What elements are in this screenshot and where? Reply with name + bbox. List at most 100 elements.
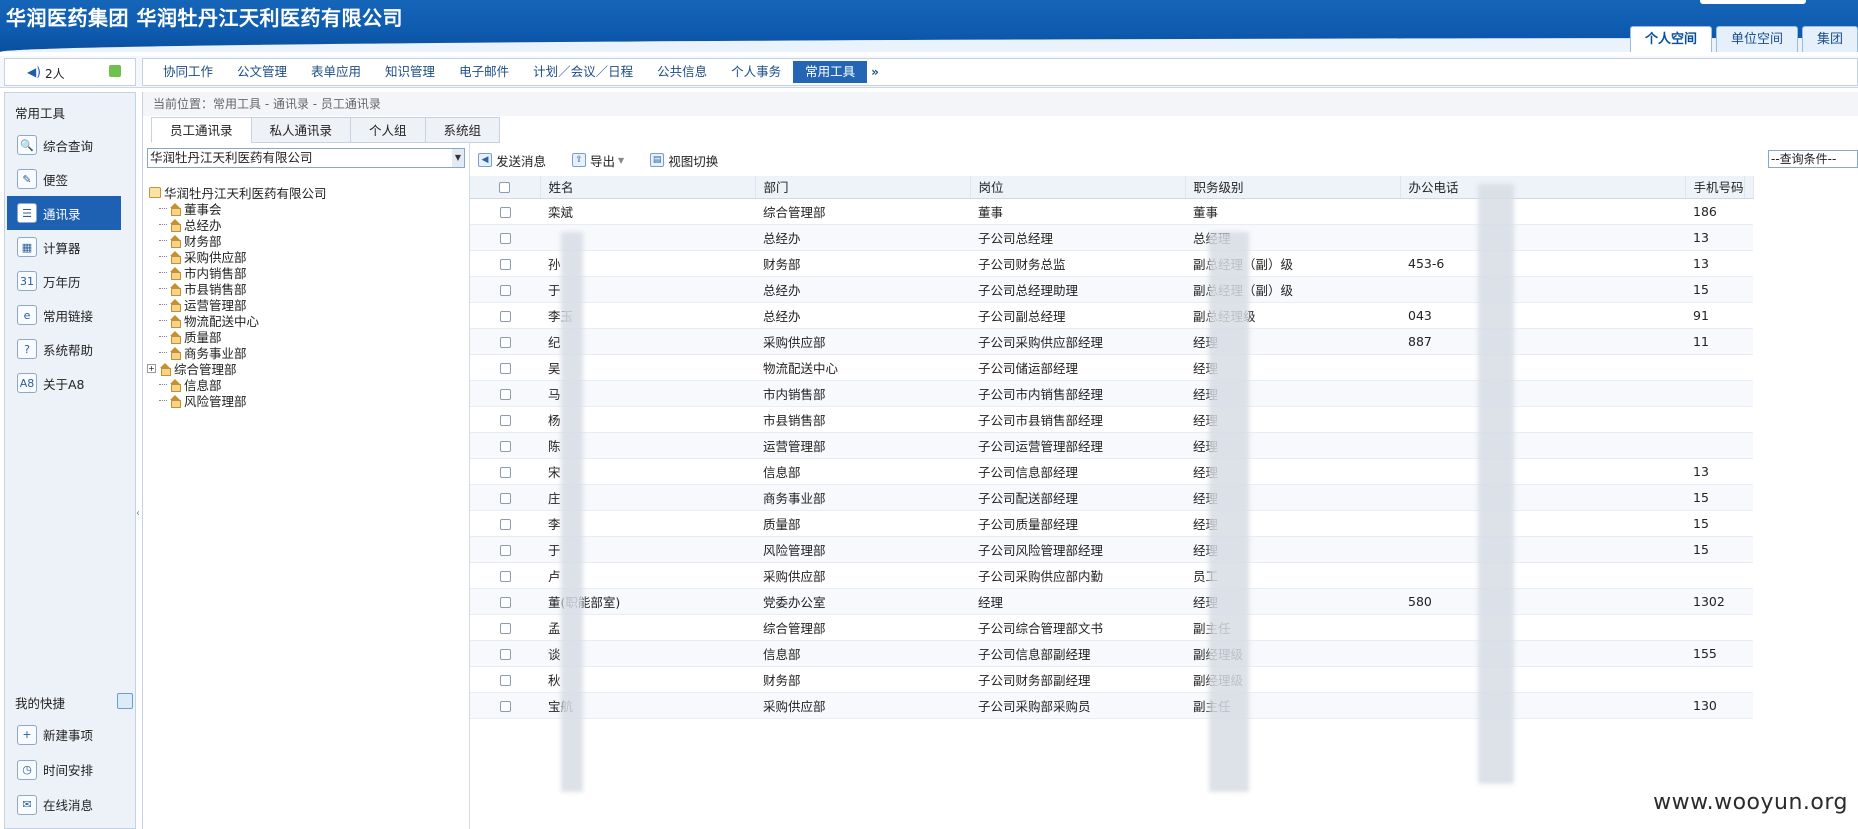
table-row[interactable]: 马市内销售部 子公司市内销售部经理 经理: [470, 380, 1754, 407]
tree-node[interactable]: 风险管理部: [149, 392, 469, 409]
query-condition-select[interactable]: --查询条件--: [1768, 150, 1858, 168]
org-select[interactable]: 华润牡丹江天利医药有限公司 ▼: [147, 148, 465, 168]
table-row[interactable]: 于风险管理部 子公司风险管理部经理 经理 15: [470, 536, 1754, 563]
table-row[interactable]: 陈运营管理部 子公司运营管理部经理 经理: [470, 432, 1754, 459]
menu-more-icon[interactable]: »: [867, 65, 879, 79]
row-checkbox[interactable]: [499, 492, 511, 504]
row-checkbox[interactable]: [499, 570, 511, 582]
sidebar-item-new-item[interactable]: + 新建事项: [5, 717, 135, 752]
row-checkbox[interactable]: [499, 700, 511, 712]
table-row[interactable]: 于总经办子公司总经理助理副总经理（副）级15: [470, 276, 1754, 303]
sidebar-item-address-book[interactable]: ☰ 通讯录: [7, 196, 121, 230]
tab-personal-space[interactable]: 个人空间: [1629, 26, 1712, 52]
sidebar-item-calendar[interactable]: 31 万年历: [5, 264, 135, 298]
row-checkbox[interactable]: [499, 596, 511, 608]
tree-connector: [159, 303, 167, 305]
sidebar-item-note[interactable]: ✎ 便签: [5, 162, 135, 196]
row-checkbox[interactable]: [499, 388, 511, 400]
row-checkbox[interactable]: [499, 518, 511, 530]
menu-item-3[interactable]: 知识管理: [373, 61, 447, 83]
row-checkbox[interactable]: [499, 206, 511, 218]
row-checkbox[interactable]: [499, 310, 511, 322]
column-header[interactable]: 办公电话: [1400, 176, 1686, 199]
quick-settings-icon[interactable]: [117, 693, 133, 709]
row-checkbox[interactable]: [499, 622, 511, 634]
table-row[interactable]: 董(职能部室) 党委办公室 经理 经理 580 1302: [470, 588, 1754, 615]
row-checkbox[interactable]: [499, 544, 511, 556]
row-checkbox[interactable]: [499, 466, 511, 478]
row-checkbox[interactable]: [499, 440, 511, 452]
tab-group-space[interactable]: 集团: [1801, 26, 1858, 52]
sidebar-item-about[interactable]: A8 关于A8: [5, 366, 135, 400]
column-header[interactable]: 姓名: [540, 176, 756, 199]
menu-item-8[interactable]: 常用工具: [793, 61, 868, 83]
menu-item-4[interactable]: 电子邮件: [447, 61, 521, 83]
table-row[interactable]: 孟综合管理部子公司综合管理部文书副主任: [470, 614, 1754, 641]
menu-item-0[interactable]: 协同工作: [151, 61, 225, 83]
table-cell-filler: [1744, 640, 1754, 667]
sidebar-item-search-doc[interactable]: 🔍 综合查询: [5, 128, 135, 162]
sidebar-item-online-message[interactable]: ✉ 在线消息: [5, 787, 135, 822]
sidebar-item-calculator[interactable]: ▦ 计算器: [5, 230, 135, 264]
expand-icon[interactable]: +: [147, 363, 156, 373]
table-row[interactable]: 庄商务事业部 子公司配送部经理 经理 15: [470, 484, 1754, 511]
table-row[interactable]: 纪采购供应部 子公司采购供应部经理 经理 887 11: [470, 328, 1754, 355]
sidebar-item-help[interactable]: ? 系统帮助: [5, 332, 135, 366]
menu-item-5[interactable]: 计划／会议／日程: [521, 61, 645, 83]
row-checkbox[interactable]: [499, 232, 511, 244]
column-header[interactable]: 部门: [755, 176, 971, 199]
table-row[interactable]: 杨市县销售部 子公司市县销售部经理 经理: [470, 406, 1754, 433]
select-all-checkbox[interactable]: [499, 182, 511, 194]
menu-item-7[interactable]: 个人事务: [719, 61, 793, 83]
table-cell: 子公司采购供应部内勤: [970, 562, 1185, 589]
table-cell: 子公司财务部副经理: [970, 666, 1185, 693]
sidebar-item-schedule[interactable]: ◷ 时间安排: [5, 752, 135, 787]
table-row[interactable]: 李玉总经办子公司副总经理副总经理级04391: [470, 302, 1754, 329]
row-checkbox[interactable]: [499, 362, 511, 374]
app-title: 华润医药集团 华润牡丹江天利医药有限公司: [6, 6, 403, 30]
table-row[interactable]: 吴物流配送中心 子公司储运部经理 经理: [470, 354, 1754, 381]
column-header[interactable]: 手机号码: [1685, 176, 1745, 199]
table-row[interactable]: 谈信息部子公司信息部副经理副经理级155: [470, 640, 1754, 667]
table-row[interactable]: 宝航采购供应部子公司采购部采购员副主任130: [470, 692, 1754, 719]
menu-item-1[interactable]: 公文管理: [225, 61, 299, 83]
row-select-cell: [470, 536, 540, 563]
message-status-icon[interactable]: [109, 65, 121, 77]
tab-addressbook-3[interactable]: 系统组: [424, 117, 501, 143]
table-cell-filler: [1744, 510, 1754, 537]
department-icon: [169, 314, 181, 328]
main-navbar: ◀) 2人 协同工作 公文管理 表单应用 知识管理 电子邮件 计划／会议／日程 公共信息 个人…: [0, 56, 1858, 88]
table-cell: 董事: [1185, 198, 1400, 225]
table-cell: 经理: [970, 588, 1185, 615]
view-toggle-button[interactable]: ▤ 视图切换: [650, 151, 718, 170]
table-row[interactable]: 秋财务部子公司财务部副经理副经理级: [470, 666, 1754, 693]
tab-unit-space[interactable]: 单位空间: [1715, 26, 1798, 52]
export-button[interactable]: ⇪ 导出 ▼: [572, 151, 624, 170]
column-header[interactable]: 岗位: [970, 176, 1186, 199]
table-row[interactable]: 卢采购供应部 子公司采购供应部内勤 员工: [470, 562, 1754, 589]
table-row[interactable]: 宋信息部 子公司信息部经理 经理 13: [470, 458, 1754, 485]
row-checkbox[interactable]: [499, 284, 511, 296]
tab-addressbook-0[interactable]: 员工通讯录: [151, 117, 252, 143]
table-row[interactable]: 栾斌 综合管理部 董事 董事 186: [470, 198, 1754, 225]
table-cell: 总经办: [755, 302, 970, 329]
menu-item-6[interactable]: 公共信息: [645, 61, 719, 83]
tab-addressbook-2[interactable]: 个人组: [350, 117, 426, 143]
column-header[interactable]: 职务级别: [1185, 176, 1401, 199]
sidebar-item-link[interactable]: e 常用链接: [5, 298, 135, 332]
row-checkbox[interactable]: [499, 414, 511, 426]
row-checkbox[interactable]: [499, 336, 511, 348]
online-users-box[interactable]: ◀) 2人: [4, 58, 136, 86]
row-checkbox[interactable]: [499, 258, 511, 270]
row-checkbox[interactable]: [499, 648, 511, 660]
menu-item-2[interactable]: 表单应用: [299, 61, 373, 83]
header-search-input[interactable]: [1700, 0, 1806, 4]
row-checkbox[interactable]: [499, 674, 511, 686]
online-count: 2人: [45, 67, 65, 81]
send-message-button[interactable]: ◀ 发送消息: [478, 151, 546, 170]
tab-addressbook-1[interactable]: 私人通讯录: [250, 117, 352, 143]
table-row[interactable]: 孙财务部子公司财务总监副总经理（副）级453-613: [470, 250, 1754, 277]
table-row[interactable]: 李质量部 子公司质量部经理 经理 15: [470, 510, 1754, 537]
chevron-down-icon[interactable]: ▼: [452, 149, 464, 167]
table-row[interactable]: 总经办子公司总经理总经理13: [470, 224, 1754, 251]
